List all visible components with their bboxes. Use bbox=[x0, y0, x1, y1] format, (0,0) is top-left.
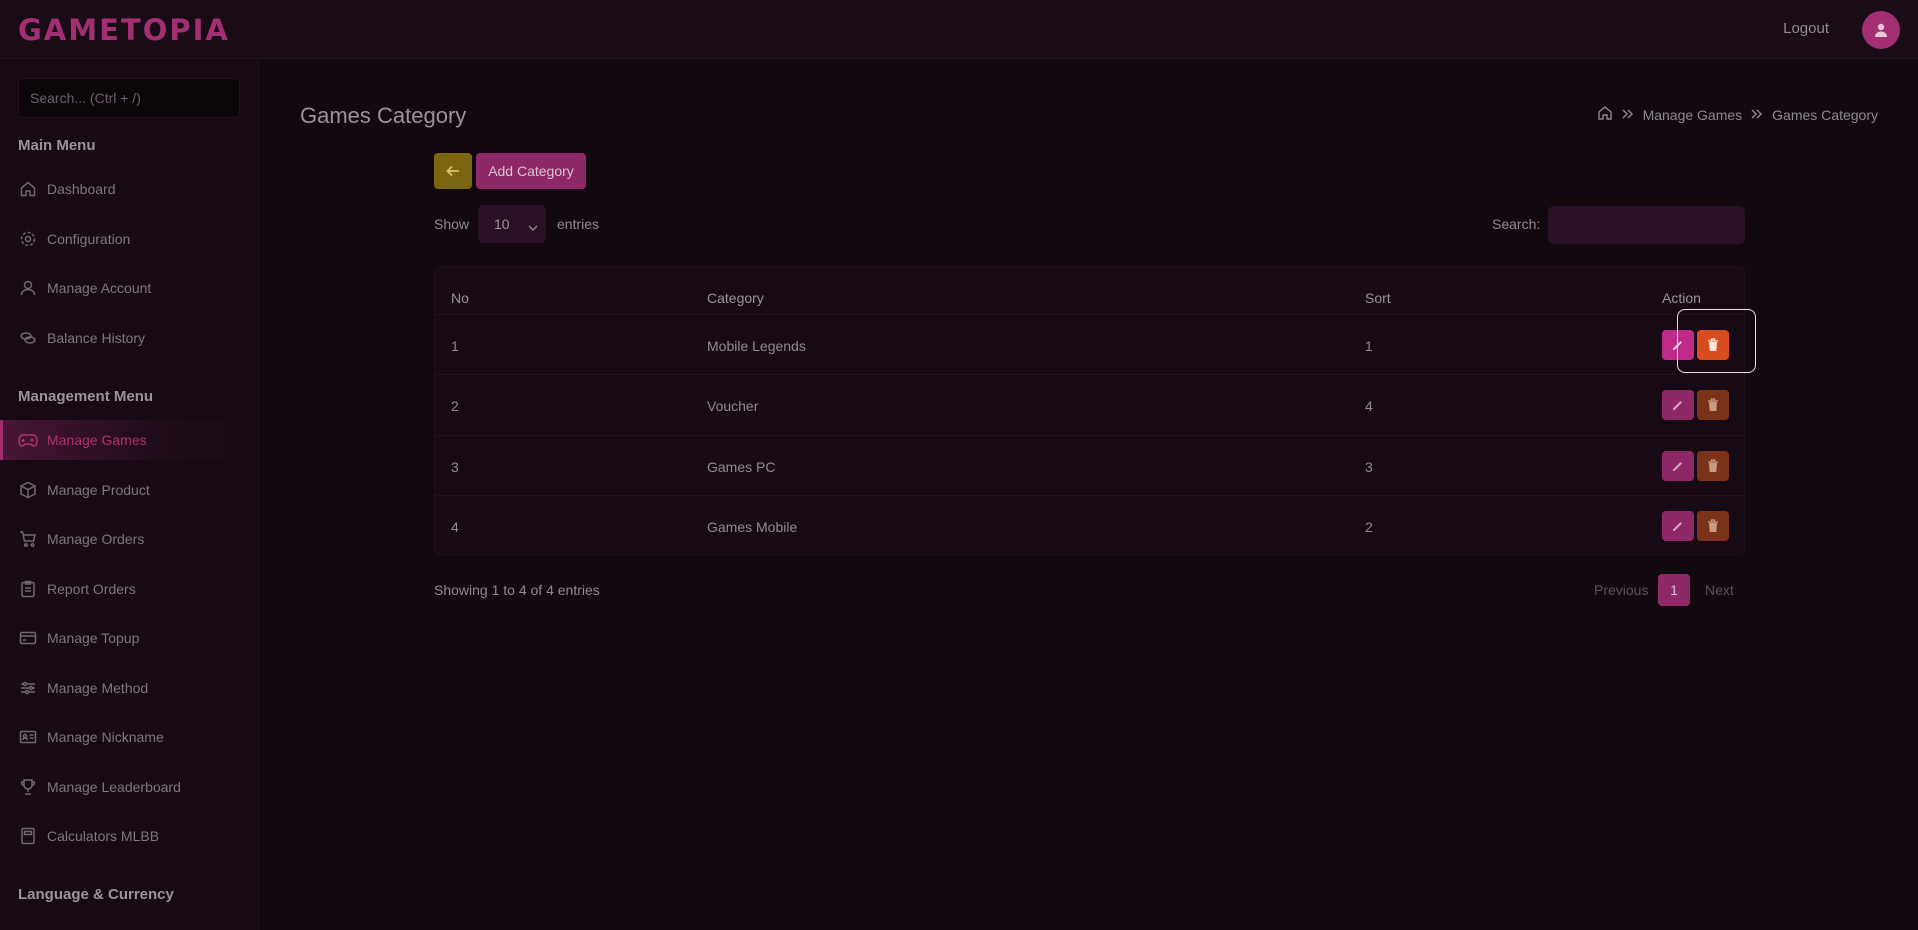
pencil-icon bbox=[1673, 462, 1682, 471]
entries-label: entries bbox=[557, 216, 600, 232]
home-icon bbox=[18, 179, 38, 199]
gamepad-icon bbox=[18, 430, 38, 450]
sidebar-item-manage-orders[interactable]: Manage Orders bbox=[0, 519, 259, 559]
edit-button[interactable] bbox=[1662, 451, 1694, 481]
trash-icon bbox=[1708, 519, 1718, 532]
column-header-sort[interactable]: Sort bbox=[1365, 290, 1391, 306]
menu-heading-management: Management Menu bbox=[18, 388, 154, 405]
show-label: Show bbox=[434, 216, 470, 232]
edit-button[interactable] bbox=[1662, 390, 1694, 420]
logout-link[interactable]: Logout bbox=[1783, 20, 1829, 37]
chevrons-right-icon bbox=[1621, 107, 1635, 123]
chevron-down-icon bbox=[528, 219, 538, 235]
breadcrumb: Manage Games Games Category bbox=[1597, 105, 1878, 124]
sidebar-search-input[interactable] bbox=[18, 78, 240, 118]
pagination-page-1[interactable]: 1 bbox=[1658, 574, 1690, 606]
search-label: Search: bbox=[1492, 216, 1541, 232]
sidebar-item-manage-method[interactable]: Manage Method bbox=[0, 668, 259, 708]
breadcrumb-manage-games[interactable]: Manage Games bbox=[1643, 107, 1743, 123]
sidebar-item-manage-leaderboard[interactable]: Manage Leaderboard bbox=[0, 767, 259, 807]
arrow-left-icon bbox=[446, 165, 459, 177]
sidebar-item-manage-games[interactable]: Manage Games bbox=[0, 420, 259, 460]
sidebar-item-configuration[interactable]: Configuration bbox=[0, 219, 259, 259]
page-title: Games Category bbox=[300, 103, 467, 128]
cell-category: Games Mobile bbox=[707, 519, 798, 535]
menu-heading-language-currency: Language & Currency bbox=[18, 886, 174, 903]
cell-category: Games PC bbox=[707, 459, 776, 475]
gear-icon bbox=[18, 229, 38, 249]
id-card-icon bbox=[18, 727, 38, 747]
cell-no: 4 bbox=[451, 519, 459, 535]
clipboard-icon bbox=[18, 579, 38, 599]
trophy-icon bbox=[18, 777, 38, 797]
sidebar-item-balance-history[interactable]: Balance History bbox=[0, 318, 259, 358]
home-icon[interactable] bbox=[1597, 105, 1613, 124]
cell-sort: 1 bbox=[1365, 338, 1373, 354]
coins-icon bbox=[18, 328, 38, 348]
breadcrumb-games-category: Games Category bbox=[1772, 106, 1878, 123]
cell-category: Mobile Legends bbox=[707, 338, 806, 354]
sidebar-item-manage-topup[interactable]: Manage Topup bbox=[0, 618, 259, 658]
cell-no: 2 bbox=[451, 398, 459, 414]
delete-button[interactable] bbox=[1697, 511, 1729, 541]
box-icon bbox=[18, 480, 38, 500]
user-icon bbox=[18, 278, 38, 298]
category-table: No Category Sort Action 1 Mobile Legends… bbox=[434, 266, 1746, 555]
column-header-category[interactable]: Category bbox=[707, 290, 764, 306]
avatar[interactable] bbox=[1862, 11, 1900, 49]
add-category-button[interactable]: Add Category bbox=[476, 153, 586, 189]
delete-button[interactable] bbox=[1697, 451, 1729, 481]
sidebar-item-report-orders[interactable]: Report Orders bbox=[0, 569, 259, 609]
chevrons-right-icon bbox=[1750, 107, 1764, 123]
brand-logo[interactable]: GAMETOPIA bbox=[18, 13, 230, 47]
table-info: Showing 1 to 4 of 4 entries bbox=[434, 582, 600, 598]
sidebar-item-dashboard[interactable]: Dashboard bbox=[0, 169, 259, 209]
trash-icon bbox=[1708, 398, 1718, 411]
focus-highlight bbox=[1677, 309, 1756, 373]
cart-icon bbox=[18, 529, 38, 549]
sidebar-item-manage-account[interactable]: Manage Account bbox=[0, 268, 259, 308]
cell-no: 1 bbox=[451, 338, 459, 354]
menu-heading-main: Main Menu bbox=[18, 137, 96, 154]
cell-category: Voucher bbox=[707, 398, 759, 414]
delete-button[interactable] bbox=[1697, 390, 1729, 420]
user-icon bbox=[1875, 23, 1887, 37]
trash-icon bbox=[1708, 459, 1718, 472]
sidebar-item-manage-product[interactable]: Manage Product bbox=[0, 470, 259, 510]
column-header-action: Action bbox=[1662, 290, 1701, 306]
pagination-previous[interactable]: Previous bbox=[1594, 582, 1648, 598]
entries-select[interactable]: 10 bbox=[478, 205, 546, 243]
cell-sort: 3 bbox=[1365, 459, 1373, 475]
pagination-next[interactable]: Next bbox=[1705, 582, 1734, 598]
cell-sort: 2 bbox=[1365, 519, 1373, 535]
edit-button[interactable] bbox=[1662, 511, 1694, 541]
sidebar-item-calculators-mlbb[interactable]: Calculators MLBB bbox=[0, 816, 259, 856]
back-button[interactable] bbox=[434, 153, 472, 189]
column-header-no[interactable]: No bbox=[451, 290, 469, 306]
sidebar: Main Menu Dashboard Configuration Manage… bbox=[0, 60, 259, 930]
card-icon bbox=[18, 628, 38, 648]
calculator-icon bbox=[18, 826, 38, 846]
top-bar: GAMETOPIA Logout bbox=[0, 0, 1918, 59]
table-search-input[interactable] bbox=[1548, 206, 1745, 244]
cell-no: 3 bbox=[451, 459, 459, 475]
sliders-icon bbox=[18, 678, 38, 698]
pencil-icon bbox=[1673, 522, 1682, 531]
pencil-icon bbox=[1673, 401, 1682, 410]
sidebar-item-manage-nickname[interactable]: Manage Nickname bbox=[0, 717, 259, 757]
cell-sort: 4 bbox=[1365, 398, 1373, 414]
